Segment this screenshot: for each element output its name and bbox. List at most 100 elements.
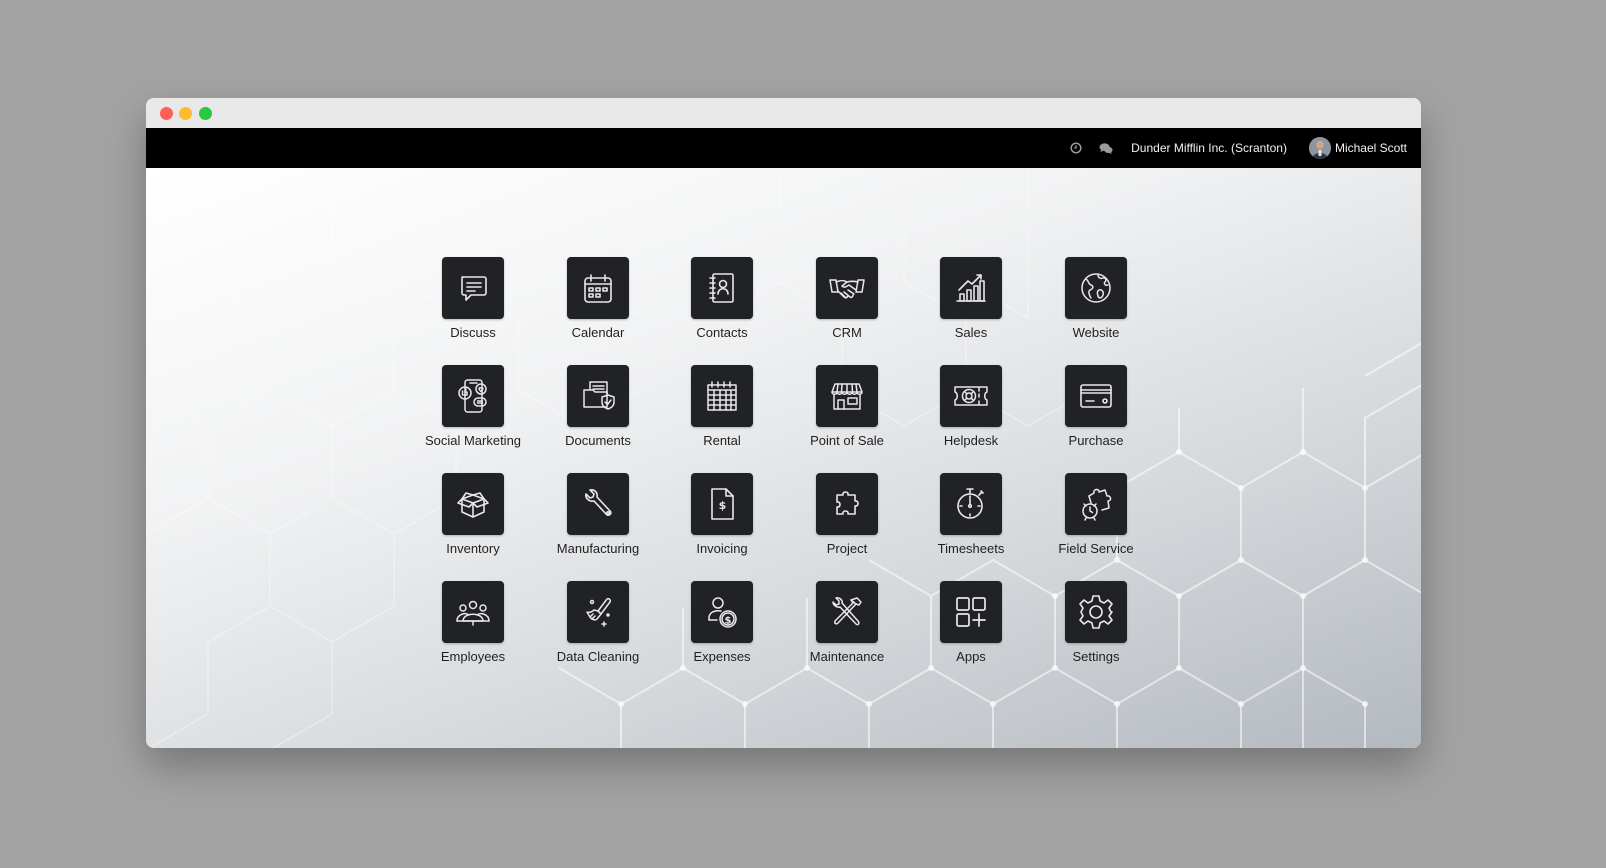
app-label: Inventory [446,541,500,556]
app-tile[interactable]: $ [691,473,753,535]
box-icon [457,492,489,518]
app-tile[interactable] [940,473,1002,535]
app-discuss[interactable]: Discuss [411,257,535,357]
app-label: Discuss [450,325,496,340]
app-home: Discuss Calendar Contacts CRM Sales Website So… [146,168,1421,748]
app-tile[interactable] [442,365,504,427]
app-tile[interactable] [1065,581,1127,643]
app-tile[interactable] [567,581,629,643]
app-settings[interactable]: Settings [1034,581,1158,681]
app-tile[interactable] [1065,257,1127,319]
people-group-icon [456,600,490,626]
rental-calendar-grid-icon [707,381,737,411]
maximize-window-button[interactable] [199,107,212,120]
app-tile[interactable] [816,365,878,427]
invoice-dollar-icon: $ [711,488,734,520]
app-expenses[interactable]: $ Expenses [660,581,784,681]
app-label: Project [826,541,868,556]
puzzle-clock-icon [1082,488,1112,521]
app-label: Social Marketing [424,433,522,448]
app-invoicing[interactable]: $ Invoicing [660,473,784,573]
hammer-wrench-icon [832,597,862,626]
app-tile[interactable] [1065,365,1127,427]
app-inventory[interactable]: Inventory [411,473,535,573]
app-sales[interactable]: Sales [909,257,1033,357]
window-titlebar [146,98,1421,128]
app-tile[interactable] [567,473,629,535]
app-label: Contacts [696,325,748,340]
calendar-icon [584,274,612,303]
user-avatar [1308,137,1331,159]
app-apps[interactable]: Apps [909,581,1033,681]
app-tile[interactable] [940,257,1002,319]
navbar-systray: Dunder Mifflin Inc. (Scranton) Michael S… [1069,128,1407,168]
app-project[interactable]: Project [785,473,909,573]
wrench-icon [585,489,612,516]
svg-text:$: $ [719,499,727,512]
app-field-service[interactable]: Field Service [1034,473,1158,573]
company-switcher[interactable]: Dunder Mifflin Inc. (Scranton) [1131,141,1287,155]
app-manufacturing[interactable]: Manufacturing [536,473,660,573]
app-data-cleaning[interactable]: Data Cleaning [536,581,660,681]
app-tile[interactable] [940,581,1002,643]
user-name: Michael Scott [1334,141,1407,155]
lifebuoy-ticket-icon [954,386,988,406]
app-tile[interactable] [691,257,753,319]
app-helpdesk[interactable]: Helpdesk [909,365,1033,465]
app-label: Website [1072,325,1120,340]
app-tile[interactable] [442,473,504,535]
browser-window: Dunder Mifflin Inc. (Scranton) Michael S… [146,98,1421,748]
app-tile[interactable] [567,257,629,319]
app-calendar[interactable]: Calendar [536,257,660,357]
app-tile[interactable] [691,365,753,427]
app-label: Rental [703,433,741,448]
phone-social-icon [458,379,487,413]
app-purchase[interactable]: Purchase [1034,365,1158,465]
app-label: Timesheets [937,541,1005,556]
app-crm[interactable]: CRM [785,257,909,357]
app-point-of-sale[interactable]: Point of Sale [785,365,909,465]
app-label: Calendar [571,325,625,340]
user-menu[interactable]: Michael Scott [1308,137,1407,159]
app-label: Apps [956,649,986,664]
close-window-button[interactable] [160,107,173,120]
app-website[interactable]: Website [1034,257,1158,357]
globe-icon [1081,273,1111,303]
app-label: Data Cleaning [556,649,640,664]
app-tile[interactable] [567,365,629,427]
app-tile[interactable] [442,581,504,643]
app-rental[interactable]: Rental [660,365,784,465]
folder-shield-icon [583,381,615,410]
app-maintenance[interactable]: Maintenance [785,581,909,681]
app-label: Helpdesk [943,433,999,448]
app-label: Maintenance [809,649,885,664]
app-label: Documents [565,433,631,448]
app-tile[interactable] [442,257,504,319]
apps-plus-icon [956,597,986,627]
app-documents[interactable]: Documents [536,365,660,465]
app-tile[interactable] [1065,473,1127,535]
bar-chart-growth-icon [956,274,986,302]
app-timesheets[interactable]: Timesheets [909,473,1033,573]
app-contacts[interactable]: Contacts [660,257,784,357]
app-label: Purchase [1068,433,1124,448]
person-dollar-icon: $ [708,597,737,628]
top-navbar: Dunder Mifflin Inc. (Scranton) Michael S… [146,128,1421,168]
minimize-window-button[interactable] [179,107,192,120]
chat-icon[interactable] [1099,141,1113,155]
app-tile[interactable] [816,581,878,643]
clock-icon[interactable] [1069,141,1083,155]
app-tile[interactable] [940,365,1002,427]
app-label: Field Service [1058,541,1134,556]
app-social-marketing[interactable]: Social Marketing [411,365,535,465]
address-book-icon [709,273,734,303]
app-label: Manufacturing [556,541,640,556]
puzzle-icon [836,491,859,515]
stopwatch-icon [957,488,984,519]
app-tile[interactable] [816,473,878,535]
app-tile[interactable] [816,257,878,319]
app-grid: Discuss Calendar Contacts CRM Sales Website So… [146,168,1421,748]
app-employees[interactable]: Employees [411,581,535,681]
app-label: Settings [1072,649,1120,664]
app-tile[interactable]: $ [691,581,753,643]
